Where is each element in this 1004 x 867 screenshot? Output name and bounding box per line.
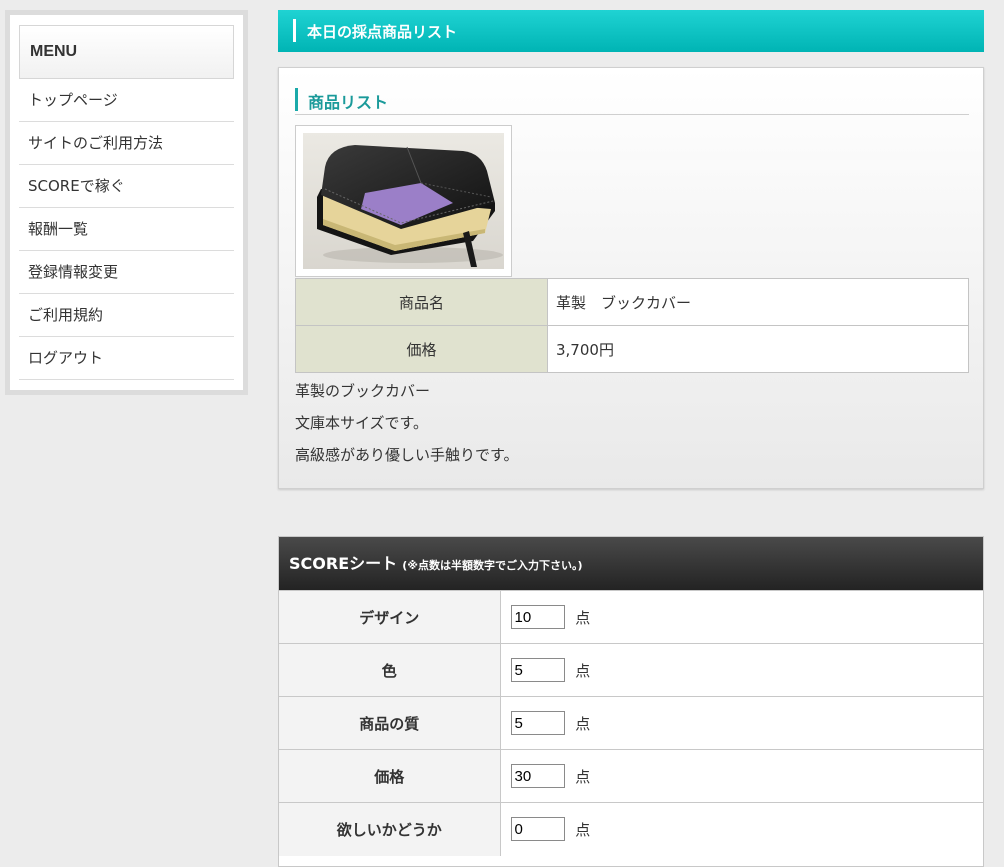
description-line: 革製のブックカバー xyxy=(295,382,431,400)
score-unit: 点 xyxy=(575,820,591,839)
score-label-design: デザイン xyxy=(279,590,501,644)
product-image xyxy=(295,125,512,277)
menu-item-top[interactable]: トップページ xyxy=(19,79,234,122)
score-unit: 点 xyxy=(575,767,591,786)
product-description: 革製のブックカバー 文庫本サイズです。 高級感があり優しい手触りです。 xyxy=(295,379,519,475)
page-title-bar: 本日の採点商品リスト xyxy=(278,10,984,52)
table-row: 商品名 革製 ブックカバー xyxy=(295,278,969,326)
table-row: 価格 点 xyxy=(279,749,983,803)
menu-item-how-to-use[interactable]: サイトのご利用方法 xyxy=(19,122,234,165)
score-label-desire: 欲しいかどうか xyxy=(279,802,501,856)
score-sheet-header: SCOREシート (※点数は半額数字でご入力下さい。) xyxy=(279,537,983,590)
description-line: 高級感があり優しい手触りです。 xyxy=(295,446,519,464)
score-unit: 点 xyxy=(575,608,591,627)
menu-list: トップページ サイトのご利用方法 SCOREで稼ぐ 報酬一覧 登録情報変更 ご利… xyxy=(19,79,234,380)
title-accent-bar xyxy=(293,19,296,42)
score-field-desire: 点 xyxy=(500,802,983,856)
product-price-value: 3,700円 xyxy=(547,325,969,373)
table-row: 欲しいかどうか 点 xyxy=(279,802,983,856)
product-name-value: 革製 ブックカバー xyxy=(547,278,969,326)
menu-item-rewards[interactable]: 報酬一覧 xyxy=(19,208,234,251)
product-name-label: 商品名 xyxy=(295,278,548,326)
table-row: デザイン 点 xyxy=(279,590,983,644)
menu-item-terms[interactable]: ご利用規約 xyxy=(19,294,234,337)
product-panel: 商品リスト 商品名 革製 ブックカバー 価格 3,700円 革製のブックカバー … xyxy=(278,67,984,489)
score-input-design[interactable] xyxy=(510,605,565,629)
book-cover-icon xyxy=(303,133,504,269)
menu-item-logout[interactable]: ログアウト xyxy=(19,337,234,380)
product-list-heading: 商品リスト xyxy=(295,88,969,115)
score-field-price: 点 xyxy=(500,749,983,803)
score-label-quality: 商品の質 xyxy=(279,696,501,750)
score-field-design: 点 xyxy=(500,590,983,644)
score-input-quality[interactable] xyxy=(510,711,565,735)
score-field-color: 点 xyxy=(500,643,983,697)
product-list-title: 商品リスト xyxy=(308,93,389,112)
table-row: 商品の質 点 xyxy=(279,696,983,750)
product-info-table: 商品名 革製 ブックカバー 価格 3,700円 xyxy=(295,278,969,373)
table-row: 色 点 xyxy=(279,643,983,697)
sidebar: MENU トップページ サイトのご利用方法 SCOREで稼ぐ 報酬一覧 登録情報… xyxy=(5,10,248,395)
score-input-price[interactable] xyxy=(510,764,565,788)
sidebar-panel: MENU トップページ サイトのご利用方法 SCOREで稼ぐ 報酬一覧 登録情報… xyxy=(10,15,243,390)
score-field-quality: 点 xyxy=(500,696,983,750)
score-label-price: 価格 xyxy=(279,749,501,803)
score-input-desire[interactable] xyxy=(510,817,565,842)
score-sheet-note: (※点数は半額数字でご入力下さい。) xyxy=(402,559,583,572)
score-sheet-title: SCOREシート xyxy=(289,554,398,573)
score-label-color: 色 xyxy=(279,643,501,697)
product-price-label: 価格 xyxy=(295,325,548,373)
menu-item-earn-with-score[interactable]: SCOREで稼ぐ xyxy=(19,165,234,208)
score-unit: 点 xyxy=(575,714,591,733)
menu-item-account-settings[interactable]: 登録情報変更 xyxy=(19,251,234,294)
score-sheet: SCOREシート (※点数は半額数字でご入力下さい。) デザイン 点 色 点 商… xyxy=(278,536,984,867)
menu-title: MENU xyxy=(19,25,234,79)
table-row: 価格 3,700円 xyxy=(295,325,969,373)
heading-accent-bar xyxy=(295,88,298,111)
description-line: 文庫本サイズです。 xyxy=(295,414,429,432)
score-input-color[interactable] xyxy=(510,658,565,682)
score-table: デザイン 点 色 点 商品の質 点 価格 点 xyxy=(279,590,983,856)
score-unit: 点 xyxy=(575,661,591,680)
page-title: 本日の採点商品リスト xyxy=(307,23,458,41)
